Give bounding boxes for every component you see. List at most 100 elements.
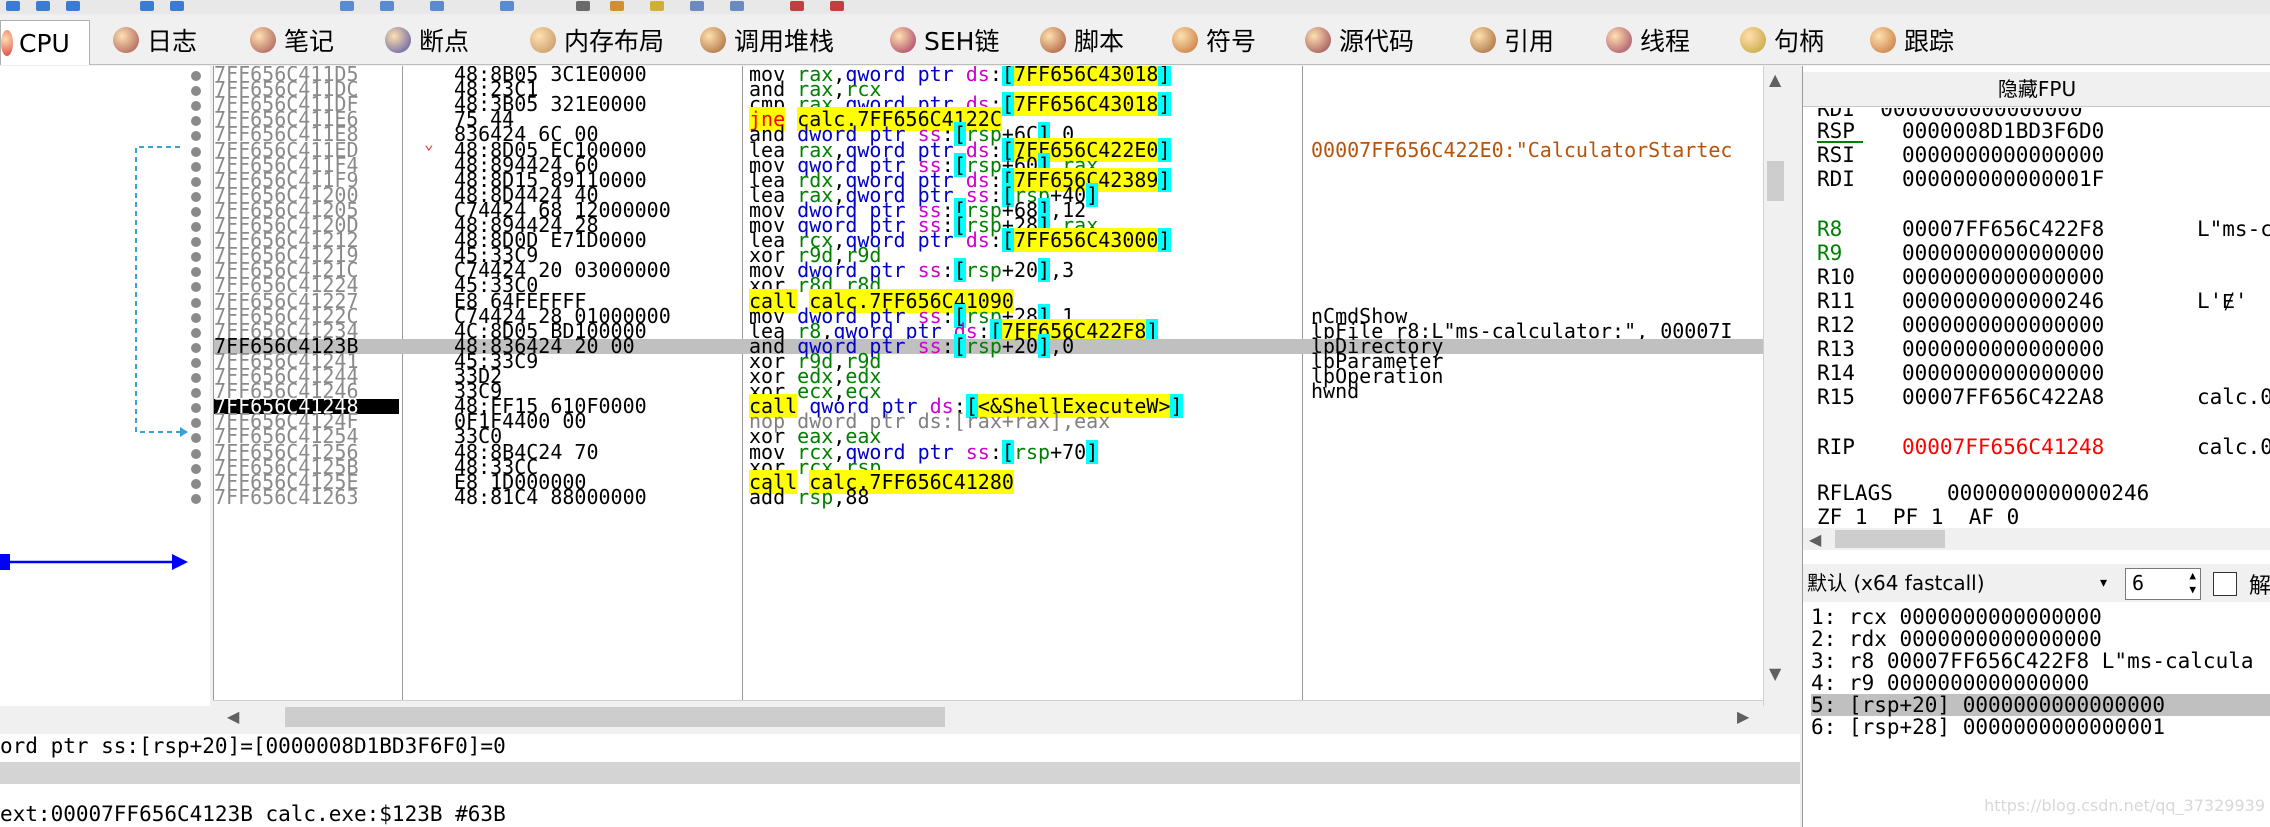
tab-3[interactable]: 笔记 xyxy=(250,20,380,60)
disasm-row[interactable]: 7FF656C4123B 48:836424 20 00 and qword ptr… xyxy=(214,334,1764,358)
trace-over-icon[interactable] xyxy=(380,1,394,11)
animate-icon[interactable] xyxy=(500,1,514,11)
register-row[interactable]: R14 0000000000000000 xyxy=(1817,362,2104,384)
breakpoint-dot-icon[interactable] xyxy=(191,101,201,111)
tab-9[interactable]: 符号 xyxy=(1172,20,1302,60)
breakpoint-dot-icon[interactable] xyxy=(191,162,201,172)
pause-icon[interactable] xyxy=(36,1,50,11)
scroll-thumb[interactable] xyxy=(1767,161,1784,201)
argument-row[interactable]: 4: r9 0000000000000000 xyxy=(1811,672,2270,694)
breakpoint-dot-icon[interactable] xyxy=(191,86,201,96)
argument-row[interactable]: 6: [rsp+28] 0000000000000001 xyxy=(1811,716,2270,738)
argument-row[interactable]: 3: r8 00007FF656C422F8 L"ms-calcula xyxy=(1811,650,2270,672)
breakpoint-dot-icon[interactable] xyxy=(191,479,201,489)
disasm-horizontal-scrollbar[interactable]: ◀ ▶ xyxy=(213,700,1763,733)
tab-13[interactable]: 句柄 xyxy=(1740,20,1870,60)
disasm-row[interactable]: 7FF656C4124F 0F1F4400 00 nop dword ptr ds:… xyxy=(214,411,1764,431)
argument-row[interactable]: 1: rcx 0000000000000000 xyxy=(1811,606,2270,628)
calling-convention-select[interactable]: 默认 (x64 fastcall) ▾ xyxy=(1807,568,2107,598)
tab-5[interactable]: 内存布局 xyxy=(530,20,664,60)
restart-icon[interactable] xyxy=(66,1,80,11)
register-row[interactable]: R8 00007FF656C422F8 L"ms-ca xyxy=(1817,218,2270,240)
breakpoint-dot-icon[interactable] xyxy=(191,343,201,353)
register-row[interactable]: RIP 00007FF656C41248 calc.00 xyxy=(1817,436,2270,458)
breakpoint-dot-icon[interactable] xyxy=(191,222,201,232)
disasm-row[interactable]: 7FF656C4125E E8 1D000000 call calc.7FF656C… xyxy=(214,470,1764,494)
disassembly-view[interactable]: ⌄ 7FF656C411D5 48:8B05 3C1E0000 mov rax,qw… xyxy=(213,66,1764,706)
register-row[interactable]: R11 0000000000000246 L'Ɇ' xyxy=(1817,290,2248,312)
breakpoint-dot-icon[interactable] xyxy=(191,147,201,157)
spinner-arrows-icon[interactable]: ▲ ▼ xyxy=(2189,569,2196,597)
about-icon[interactable] xyxy=(830,1,844,11)
register-row[interactable]: RSI 0000000000000000 xyxy=(1817,144,2104,166)
breakpoint-dot-icon[interactable] xyxy=(191,282,201,292)
tab-2[interactable]: 日志 xyxy=(113,20,243,60)
breakpoint-dot-icon[interactable] xyxy=(191,433,201,443)
argument-row[interactable]: 5: [rsp+20] 0000000000000000 xyxy=(1811,694,2270,716)
breakpoint-dot-icon[interactable] xyxy=(191,252,201,262)
arg-count-spinner[interactable]: 6 ▲ ▼ xyxy=(2125,568,2201,600)
scroll-thumb[interactable] xyxy=(1835,530,1945,548)
disasm-row[interactable]: 7FF656C41244 33D2 xor edx,edx lpOperation xyxy=(214,366,1764,386)
register-row[interactable]: R9 0000000000000000 xyxy=(1817,242,2104,264)
scroll-left-icon[interactable]: ◀ xyxy=(227,707,239,726)
breakpoint-dot-icon[interactable] xyxy=(191,403,201,413)
breakpoint-dot-icon[interactable] xyxy=(191,298,201,308)
run-to-icon[interactable] xyxy=(340,1,354,11)
tab-1[interactable]: CPU xyxy=(0,20,90,65)
breakpoint-dot-icon[interactable] xyxy=(191,71,201,81)
breakpoint-dot-icon[interactable] xyxy=(191,328,201,338)
jump-gutter[interactable] xyxy=(0,66,210,706)
breakpoint-dot-icon[interactable] xyxy=(191,313,201,323)
patch-icon[interactable] xyxy=(576,1,590,11)
hide-fpu-button[interactable]: 隐藏FPU xyxy=(1803,72,2270,107)
breakpoint-dot-icon[interactable] xyxy=(191,207,201,217)
breakpoint-dot-icon[interactable] xyxy=(191,116,201,126)
register-row[interactable]: R15 00007FF656C422A8 calc.00 xyxy=(1817,386,2270,408)
breakpoint-dot-icon[interactable] xyxy=(191,358,201,368)
breakpoint-dot-icon[interactable] xyxy=(191,418,201,428)
breakpoint-dot-icon[interactable] xyxy=(191,237,201,247)
scroll-thumb[interactable] xyxy=(285,707,945,727)
breakpoint-dot-icon[interactable] xyxy=(191,131,201,141)
tab-11[interactable]: 引用 xyxy=(1470,20,1600,60)
register-row[interactable]: R10 0000000000000000 xyxy=(1817,266,2104,288)
disasm-row[interactable]: 7FF656C41263 48:81C4 88000000 add rsp,88 xyxy=(214,487,1764,507)
disasm-vertical-scrollbar[interactable]: ▲ ▼ xyxy=(1763,66,1788,706)
label-icon[interactable] xyxy=(650,1,664,11)
scroll-up-icon[interactable]: ▲ xyxy=(1769,70,1781,89)
register-horizontal-scrollbar[interactable]: ◀ xyxy=(1803,528,2270,550)
breakpoint-dot-icon[interactable] xyxy=(191,373,201,383)
rflags-row[interactable]: RFLAGS 0000000000000246 xyxy=(1817,482,2149,504)
tab-14[interactable]: 跟踪 xyxy=(1870,20,2000,60)
breakpoint-dot-icon[interactable] xyxy=(191,464,201,474)
register-row[interactable]: RSP 0000008D1BD3F6D0 xyxy=(1817,120,2104,142)
breakpoint-dot-icon[interactable] xyxy=(191,177,201,187)
tab-4[interactable]: 断点 xyxy=(385,20,515,60)
register-row[interactable]: R12 0000000000000000 xyxy=(1817,314,2104,336)
tab-7[interactable]: SEH链 xyxy=(890,20,1020,60)
trace-into-icon[interactable] xyxy=(430,1,444,11)
tab-10[interactable]: 源代码 xyxy=(1305,20,1435,60)
breakpoint-dot-icon[interactable] xyxy=(191,449,201,459)
tab-8[interactable]: 脚本 xyxy=(1040,20,1170,60)
disasm-row[interactable]: 7FF656C41212 48:8D0D E71D0000 lea rcx,qwor… xyxy=(214,228,1764,252)
bookmark-icon[interactable] xyxy=(690,1,704,11)
disasm-row[interactable]: 7FF656C411D5 48:8B05 3C1E0000 mov rax,qwor… xyxy=(214,66,1764,86)
tab-12[interactable]: 线程 xyxy=(1606,20,1736,60)
register-row[interactable]: RDI 000000000000001F xyxy=(1817,168,2104,190)
arguments-list[interactable]: 1: rcx 0000000000000000 2: rdx 0000000000… xyxy=(1803,604,2270,827)
breakpoint-dot-icon[interactable] xyxy=(191,267,201,277)
disasm-row[interactable]: 7FF656C41256 48:8B4C24 70 mov rcx,qword pt… xyxy=(214,440,1764,464)
unlock-checkbox[interactable] xyxy=(2213,572,2237,596)
register-row[interactable]: R13 0000000000000000 xyxy=(1817,338,2104,360)
disasm-row[interactable]: 7FF656C41241 45:33C9 xor r9d,r9d lpParamete… xyxy=(214,351,1764,371)
argument-row[interactable]: 2: rdx 0000000000000000 xyxy=(1811,628,2270,650)
step-over-icon[interactable] xyxy=(170,1,184,11)
scroll-left-icon[interactable]: ◀ xyxy=(1809,530,1821,549)
tab-6[interactable]: 调用堆栈 xyxy=(700,20,834,60)
disasm-row[interactable]: 7FF656C4121C C74424 20 03000000 mov dword … xyxy=(214,258,1764,282)
breakpoint-dot-icon[interactable] xyxy=(191,388,201,398)
breakpoint-dot-icon[interactable] xyxy=(191,192,201,202)
scroll-right-icon[interactable]: ▶ xyxy=(1737,707,1749,726)
